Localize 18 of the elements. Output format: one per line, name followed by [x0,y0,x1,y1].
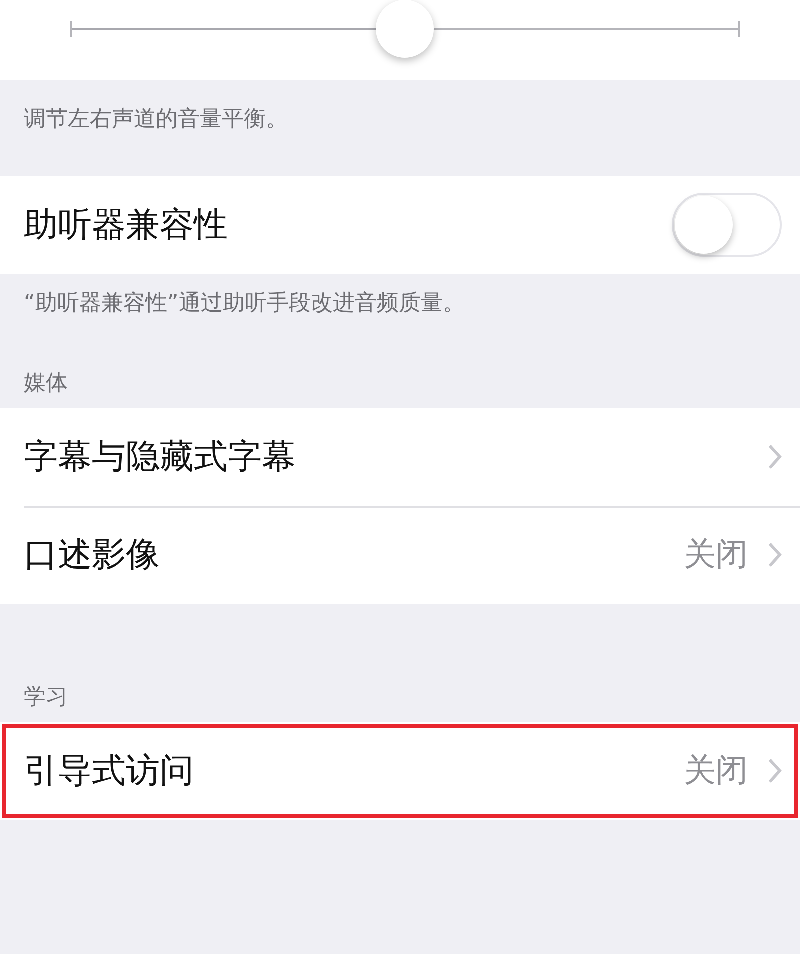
row-label: 引导式访问 [24,750,194,793]
settings-row[interactable]: 字幕与隐藏式字幕 [0,408,800,506]
toggle-switch[interactable] [672,193,782,257]
chevron-icon [768,542,782,568]
row-label: 口述影像 [24,534,160,577]
section-header: 媒体 [23,370,69,398]
footer-note: “助听器兼容性”通过助听手段改进音频质量。 [23,290,466,318]
slider-thumb[interactable] [376,0,434,58]
row-value: 关闭 [684,534,748,575]
section-header: 学习 [23,684,69,712]
chevron-icon [768,758,782,784]
row-label: 字幕与隐藏式字幕 [24,436,296,479]
footer-note: 调节左右声道的音量平衡。 [23,106,289,134]
row-label: 助听器兼容性 [24,204,228,247]
chevron-icon [768,444,782,470]
settings-row[interactable]: 口述影像 关闭 [0,506,800,604]
row-value: 关闭 [684,750,748,791]
settings-row[interactable]: 引导式访问 关闭 [0,722,800,820]
